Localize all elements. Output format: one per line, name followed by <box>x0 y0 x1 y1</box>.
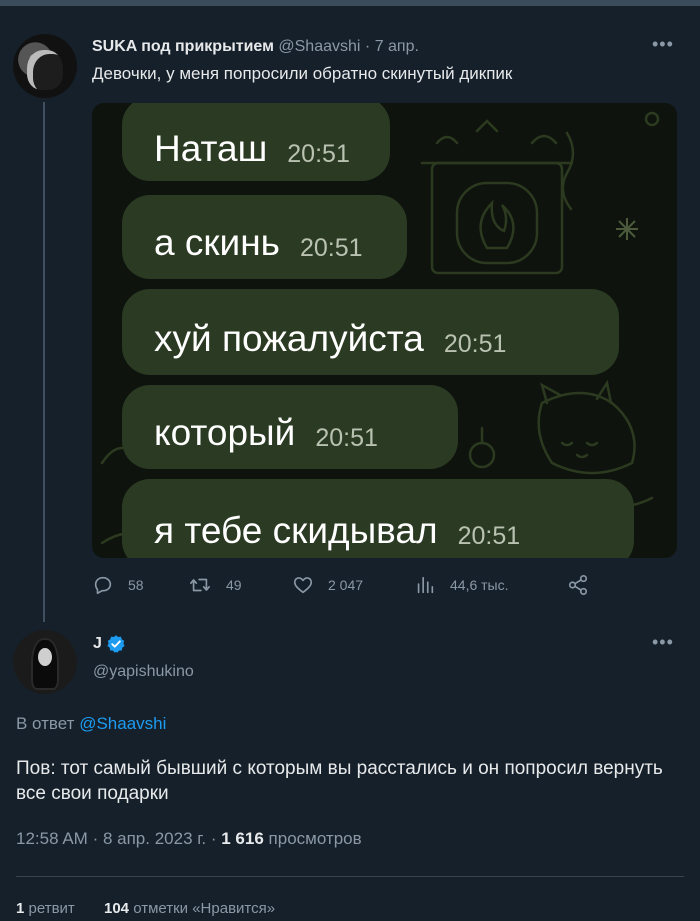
dot-separator: · <box>210 829 217 848</box>
tweet-meta: 12:58 AM · 8 апр. 2023 г. · 1 616 просмо… <box>16 829 362 849</box>
dot-separator: · <box>92 829 99 848</box>
reply-author[interactable]: J <box>93 634 126 654</box>
reply-icon <box>94 576 112 595</box>
chat-message-text: который <box>154 412 296 453</box>
retweet-icon <box>190 578 210 592</box>
retweets-stat[interactable]: 1 ретвит <box>16 900 75 917</box>
likes-label: отметки «Нравится» <box>133 900 276 917</box>
tweet-actions: 58 49 2 047 44,6 тыс. <box>92 574 682 602</box>
chat-bubble: Наташ 20:51 <box>122 103 390 181</box>
chat-bubble: я тебе скидывал 20:51 <box>122 479 634 558</box>
tweet-image[interactable]: Наташ 20:51 а скинь 20:51 хуй пожалуйста… <box>92 103 677 558</box>
chat-message-time: 20:51 <box>287 140 350 168</box>
views-count: 1 616 <box>221 829 264 848</box>
views-count: 44,6 тыс. <box>450 577 509 593</box>
views-button[interactable]: 44,6 тыс. <box>414 574 509 596</box>
chat-bubble: хуй пожалуйста 20:51 <box>122 289 619 375</box>
reply-text: Пов: тот самый бывший с которым вы расст… <box>16 758 663 804</box>
reply-count: 58 <box>128 577 144 593</box>
tweet-date[interactable]: 8 апр. 2023 г. <box>103 829 206 848</box>
like-count: 2 047 <box>328 577 364 593</box>
views-label: просмотров <box>268 829 362 848</box>
dot-separator: · <box>364 38 371 55</box>
chat-message-text: хуй пожалуйста <box>154 318 424 359</box>
thread-connector-line <box>43 102 45 622</box>
likes-stat[interactable]: 104 отметки «Нравится» <box>104 900 275 917</box>
avatar[interactable] <box>13 34 77 98</box>
more-options-icon[interactable]: ••• <box>652 34 674 55</box>
author-name[interactable]: J <box>93 635 102 653</box>
retweet-count: 49 <box>226 577 242 593</box>
chat-message-time: 20:51 <box>457 522 521 550</box>
engagement-stats: 1 ретвит 104 отметки «Нравится» <box>16 900 275 917</box>
tweet-header: SUKA под прикрытием @Shaavshi · 7 апр. <box>92 38 419 56</box>
divider <box>16 876 684 877</box>
heart-icon <box>293 577 313 594</box>
chat-message-time: 20:51 <box>299 234 363 262</box>
chat-message-time: 20:51 <box>443 330 507 358</box>
tweet-date[interactable]: 7 апр. <box>375 38 419 55</box>
chat-message-text: Наташ <box>154 128 268 169</box>
reply-prefix: В ответ <box>16 714 75 733</box>
chat-message-time: 20:51 <box>315 424 378 452</box>
reply-to-link[interactable]: @Shaavshi <box>79 714 166 733</box>
reply-button[interactable]: 58 <box>92 574 144 596</box>
share-button[interactable] <box>566 574 604 596</box>
author-handle[interactable]: @yapishukino <box>93 663 194 681</box>
more-options-icon[interactable]: ••• <box>652 632 674 653</box>
chat-message-text: а скинь <box>154 222 280 263</box>
tweet-text: Девочки, у меня попросили обратно скинут… <box>92 64 513 83</box>
share-icon <box>568 575 588 595</box>
likes-count: 104 <box>103 900 130 917</box>
chat-message-text: я тебе скидывал <box>154 510 438 551</box>
author-handle[interactable]: @Shaavshi <box>278 38 360 55</box>
verified-badge-icon <box>107 635 125 653</box>
reply-context: В ответ @Shaavshi <box>16 714 166 734</box>
retweet-button[interactable]: 49 <box>188 574 242 596</box>
tweet-time[interactable]: 12:58 AM <box>16 829 88 848</box>
avatar[interactable] <box>13 630 77 694</box>
chat-bubble: который 20:51 <box>122 385 458 469</box>
chat-bubble: а скинь 20:51 <box>122 195 407 279</box>
top-divider <box>0 0 700 6</box>
views-chart-icon <box>417 576 434 594</box>
retweets-label: ретвит <box>28 900 75 917</box>
like-button[interactable]: 2 047 <box>292 574 363 596</box>
retweets-count: 1 <box>16 900 25 917</box>
author-name[interactable]: SUKA под прикрытием <box>92 38 274 55</box>
